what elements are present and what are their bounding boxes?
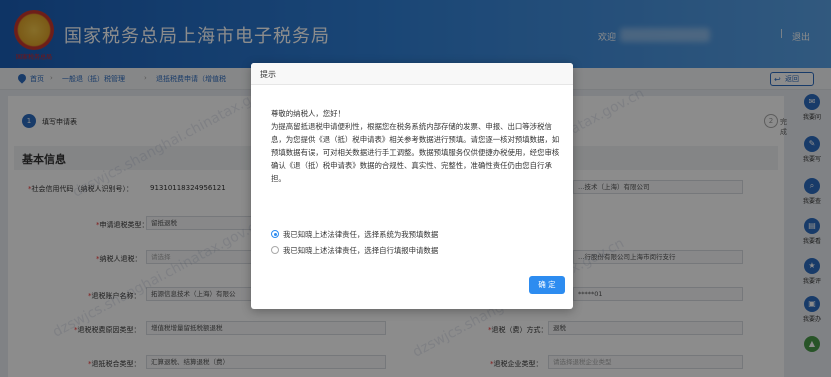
radio-unselected-icon[interactable] [271, 246, 279, 254]
dialog-title: 提示 [260, 70, 276, 79]
radio-selected-icon[interactable] [271, 230, 279, 238]
option-self-fill-label: 我已知晓上述法律责任，选择自行填报申请数据 [283, 246, 439, 255]
option-self-fill[interactable]: 我已知晓上述法律责任，选择自行填报申请数据 [271, 245, 438, 256]
confirm-button[interactable]: 确 定 [529, 276, 565, 294]
dialog-header: 提示 [251, 63, 573, 85]
dialog-greeting: 尊敬的纳税人，您好！ [271, 109, 345, 118]
option-system-prefill-label: 我已知晓上述法律责任，选择系统为我预填数据 [283, 230, 439, 239]
dialog-body: 尊敬的纳税人，您好！ 为提高留抵退税申请便利性，根据您在税务系统内部存储的发票、… [271, 107, 561, 185]
option-system-prefill[interactable]: 我已知晓上述法律责任，选择系统为我预填数据 [271, 229, 438, 240]
prompt-dialog: 提示 尊敬的纳税人，您好！ 为提高留抵退税申请便利性，根据您在税务系统内部存储的… [251, 63, 573, 309]
dialog-message: 为提高留抵退税申请便利性，根据您在税务系统内部存储的发票、申报、出口等涉税信息，… [271, 122, 560, 183]
